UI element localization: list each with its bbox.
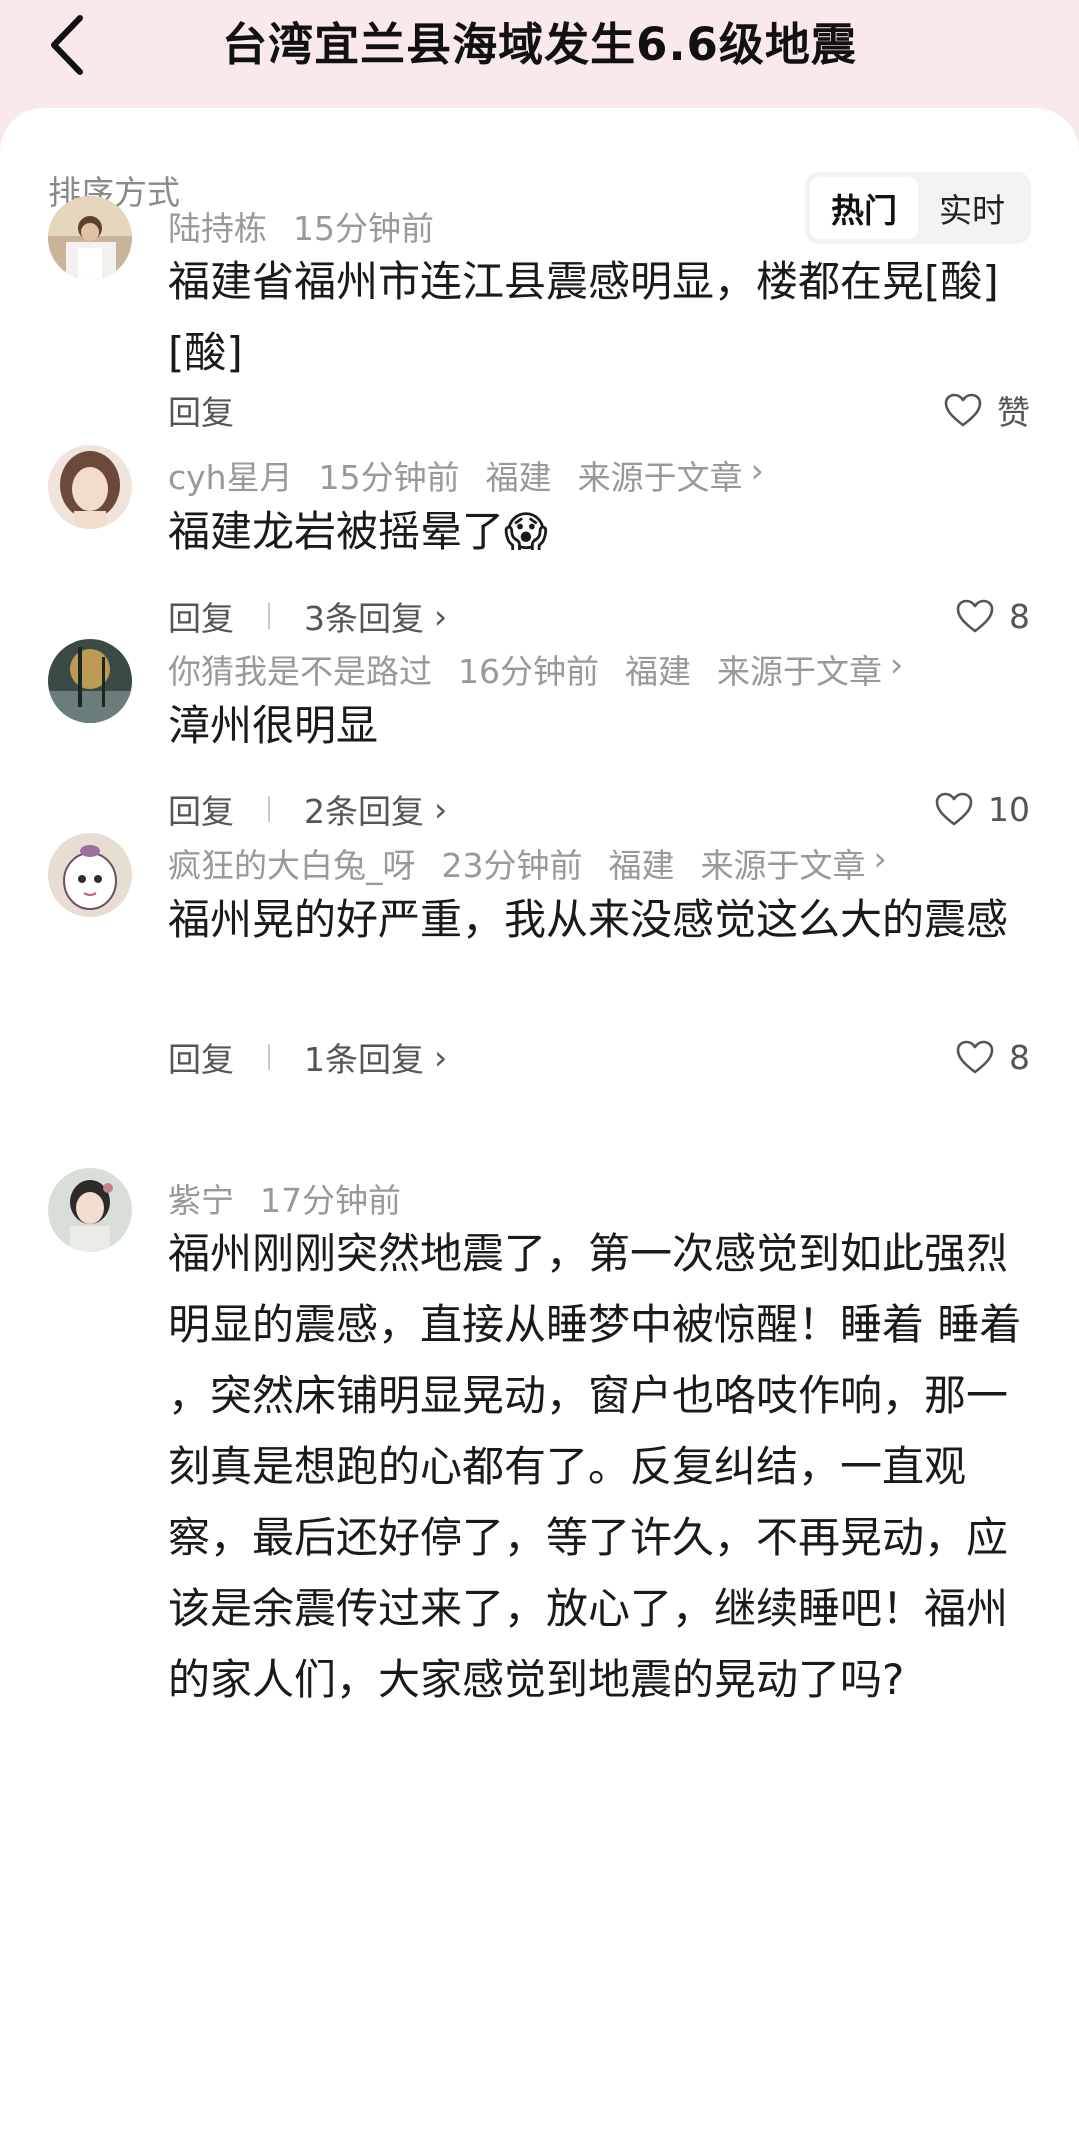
comment-time: 15分钟前	[318, 458, 460, 497]
comment-meta: 紫宁 17分钟前	[168, 1174, 401, 1222]
comment-location: 福建	[608, 846, 675, 885]
comment-location: 福建	[485, 458, 552, 497]
comment-actions: 回复 2条回复 › 10	[168, 784, 1030, 834]
like-label: 赞	[997, 393, 1030, 432]
chevron-right-icon: ›	[434, 1037, 448, 1077]
comments-panel: 排序方式 热门 实时 陆持栋 15分钟前 福建省福州市连江县震感明显，楼都在晃[…	[0, 108, 1079, 2148]
username[interactable]: 紫宁	[168, 1174, 234, 1222]
comment-item: cyh星月 15分钟前 福建 来源于文章 › 福建龙岩被摇晕了😱 回复 3条回复…	[0, 445, 1079, 638]
comment-item: 你猜我是不是路过 16分钟前 福建 来源于文章 › 漳州很明显 回复 2条回复 …	[0, 639, 1079, 831]
page-title: 台湾宜兰县海域发生6.6级地震	[222, 18, 857, 71]
chevron-right-icon: ›	[434, 596, 448, 636]
heart-icon	[944, 393, 982, 427]
comment-meta: 疯狂的大白兔_呀 23分钟前 福建 来源于文章 ›	[168, 839, 887, 887]
heart-icon	[956, 1040, 994, 1074]
comment-text: 福州刚刚突然地震了，第一次感觉到如此强烈明显的震感，直接从睡梦中被惊醒！睡着 睡…	[168, 1229, 1022, 1704]
source-link[interactable]: 来源于文章	[717, 645, 882, 693]
like-count: 10	[988, 789, 1030, 829]
avatar[interactable]	[48, 445, 132, 529]
comment-location: 福建	[625, 652, 691, 691]
username[interactable]: 疯狂的大白兔_呀	[168, 839, 416, 887]
username[interactable]: 你猜我是不是路过	[168, 645, 432, 693]
like-button[interactable]: 8	[955, 591, 1030, 641]
comment-actions: 回复 3条回复 › 8	[168, 591, 1030, 641]
reply-count-link[interactable]: 2条回复	[304, 785, 424, 833]
comment-item: 紫宁 17分钟前 福州刚刚突然地震了，第一次感觉到如此强烈明显的震感，直接从睡梦…	[0, 1168, 1079, 2148]
like-button[interactable]: 8	[955, 1032, 1030, 1082]
source-link[interactable]: 来源于文章	[578, 451, 743, 499]
comment-actions: 回复 1条回复 › 8	[168, 1032, 1030, 1082]
comment-time: 16分钟前	[458, 652, 599, 691]
like-button[interactable]: 赞	[943, 385, 1030, 435]
heart-icon	[956, 599, 994, 633]
avatar[interactable]	[48, 833, 132, 917]
reply-button[interactable]: 回复	[168, 1033, 234, 1081]
username[interactable]: cyh星月	[168, 451, 293, 499]
divider	[268, 796, 270, 822]
chevron-right-icon: ›	[750, 451, 764, 490]
comment-time: 17分钟前	[260, 1181, 401, 1220]
chevron-right-icon: ›	[873, 839, 887, 878]
source-link[interactable]: 来源于文章	[701, 839, 866, 887]
comment-meta: 陆持栋 15分钟前	[168, 202, 434, 250]
avatar[interactable]	[48, 1168, 132, 1252]
comment-time: 15分钟前	[293, 209, 434, 248]
chevron-right-icon: ›	[890, 645, 904, 684]
reply-button[interactable]: 回复	[168, 386, 234, 434]
comment-item: 陆持栋 15分钟前 福建省福州市连江县震感明显，楼都在晃[酸][酸] 回复 赞	[0, 196, 1079, 432]
heart-icon	[935, 792, 973, 826]
comment-text: 漳州很明显	[168, 701, 379, 750]
username[interactable]: 陆持栋	[168, 202, 267, 250]
comment-item: 疯狂的大白兔_呀 23分钟前 福建 来源于文章 › 福州晃的好严重，我从来没感觉…	[0, 833, 1079, 1079]
like-button[interactable]: 10	[934, 784, 1030, 834]
reply-button[interactable]: 回复	[168, 592, 234, 640]
like-count: 8	[1009, 596, 1030, 636]
divider	[268, 603, 270, 629]
comment-meta: cyh星月 15分钟前 福建 来源于文章 ›	[168, 451, 764, 499]
comment-time: 23分钟前	[441, 846, 583, 885]
comment-actions: 回复 赞	[168, 385, 1030, 435]
avatar[interactable]	[48, 639, 132, 723]
divider	[268, 1044, 270, 1070]
comment-meta: 你猜我是不是路过 16分钟前 福建 来源于文章 ›	[168, 645, 903, 693]
reply-count-link[interactable]: 3条回复	[304, 592, 424, 640]
comment-text: 福建龙岩被摇晕了😱	[168, 507, 548, 556]
comment-text: 福州晃的好严重，我从来没感觉这么大的震感	[168, 895, 1009, 944]
chevron-right-icon: ›	[434, 789, 448, 829]
reply-count-link[interactable]: 1条回复	[304, 1033, 424, 1081]
top-bar: 台湾宜兰县海域发生6.6级地震	[0, 0, 1079, 110]
comment-text: 福建省福州市连江县震感明显，楼都在晃[酸][酸]	[168, 257, 999, 377]
like-count: 8	[1009, 1037, 1030, 1077]
avatar[interactable]	[48, 196, 132, 280]
reply-button[interactable]: 回复	[168, 785, 234, 833]
